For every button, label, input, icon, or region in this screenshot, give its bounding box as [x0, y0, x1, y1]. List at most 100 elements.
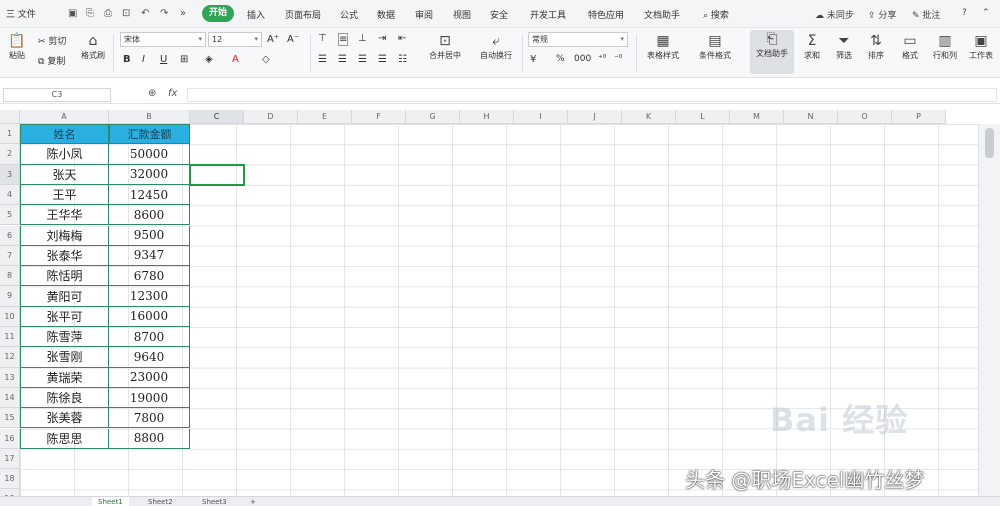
tab-developer[interactable]: 开发工具 [530, 8, 566, 21]
magnify-icon[interactable]: ⊕ [148, 88, 156, 99]
table-cell-amount[interactable]: 32000 [109, 164, 190, 185]
row-header-7[interactable]: 7 [0, 245, 20, 267]
tab-formulas[interactable]: 公式 [340, 8, 358, 21]
row-header-6[interactable]: 6 [0, 225, 20, 246]
row-header-10[interactable]: 10 [0, 306, 20, 327]
row-header-5[interactable]: 5 [0, 205, 20, 226]
decrease-decimal-icon[interactable]: ⁻⁰ [614, 54, 622, 64]
table-cell-name[interactable]: 陈徐良 [20, 387, 109, 409]
table-cell-name[interactable]: 王华华 [20, 205, 109, 226]
export-icon[interactable]: ⎘ [86, 8, 94, 19]
table-cell-amount[interactable]: 9347 [109, 245, 190, 267]
column-header-a[interactable]: A [20, 110, 109, 124]
column-header-h[interactable]: H [460, 110, 514, 124]
row-header-13[interactable]: 13 [0, 367, 20, 388]
sum-button[interactable]: Σ 求和 [798, 32, 826, 61]
eraser-icon[interactable]: ◇ [262, 54, 270, 65]
column-header-n[interactable]: N [784, 110, 838, 124]
align-right-icon[interactable]: ☰ [358, 54, 367, 65]
column-header-m[interactable]: M [730, 110, 784, 124]
scrollbar-thumb[interactable] [985, 128, 994, 158]
table-cell-name[interactable]: 张泰华 [20, 245, 109, 267]
format-button[interactable]: ▭ 格式 [896, 32, 924, 61]
tab-features[interactable]: 特色应用 [588, 8, 624, 21]
align-middle-icon[interactable]: ≡ [338, 33, 349, 46]
sheet-tab-1[interactable]: Sheet1 [92, 497, 129, 506]
table-cell-name[interactable]: 陈雪萍 [20, 327, 109, 348]
row-header-15[interactable]: 15 [0, 408, 20, 429]
help-button[interactable]: ? [962, 8, 967, 18]
row-header-9[interactable]: 9 [0, 286, 20, 307]
table-cell-amount[interactable]: 12300 [109, 286, 190, 307]
wrap-text-button[interactable]: ⤶ 自动换行 [474, 32, 518, 61]
increase-decimal-icon[interactable]: ⁺⁰ [598, 54, 606, 64]
column-header-l[interactable]: L [676, 110, 730, 124]
copy-button[interactable]: ⧉ 复制 [38, 54, 65, 67]
table-cell-amount[interactable]: 7800 [109, 408, 190, 429]
ribbon-toggle-icon[interactable]: ⌃ [982, 8, 990, 18]
row-header-14[interactable]: 14 [0, 387, 20, 409]
table-cell-amount[interactable]: 19000 [109, 387, 190, 409]
merge-center-button[interactable]: ⊡ 合并居中 [420, 32, 470, 61]
decrease-font-icon[interactable]: A⁻ [287, 34, 299, 45]
column-header-c[interactable]: C [190, 110, 244, 124]
tab-doc-helper[interactable]: 文档助手 [644, 8, 680, 21]
add-sheet-button[interactable]: + [244, 497, 262, 506]
print-icon[interactable]: ⎙ [104, 8, 112, 19]
table-cell-amount[interactable]: 9640 [109, 347, 190, 368]
increase-font-icon[interactable]: A⁺ [267, 34, 279, 45]
rows-cols-button[interactable]: ▥ 行和列 [928, 32, 962, 61]
save-icon[interactable]: ▣ [68, 8, 77, 19]
table-cell-name[interactable]: 张天 [20, 164, 109, 185]
table-cell-amount[interactable]: 23000 [109, 367, 190, 388]
table-cell-name[interactable]: 黄瑞荣 [20, 367, 109, 388]
row-header-12[interactable]: 12 [0, 347, 20, 368]
table-cell-name[interactable]: 王平 [20, 184, 109, 206]
table-style-button[interactable]: ▦ 表格样式 [640, 32, 686, 61]
sync-status[interactable]: ☁ 未同步 [815, 8, 854, 21]
tab-home[interactable]: 开始 [202, 5, 235, 22]
column-header-d[interactable]: D [244, 110, 298, 124]
tab-insert[interactable]: 插入 [247, 8, 265, 21]
paste-button[interactable]: 📋 粘贴 [4, 32, 30, 61]
align-bottom-icon[interactable]: ⊥ [358, 33, 367, 44]
currency-icon[interactable]: ¥ [530, 54, 536, 65]
bold-button[interactable]: B [123, 54, 131, 65]
table-cell-name[interactable]: 陈思思 [20, 428, 109, 449]
number-format-select[interactable]: 常规 ▾ [528, 32, 628, 47]
column-header-f[interactable]: F [352, 110, 406, 124]
tab-review[interactable]: 审阅 [415, 8, 433, 21]
header-cell-amount[interactable]: 汇款金额 [109, 124, 190, 145]
row-header-1[interactable]: 1 [0, 124, 20, 145]
doc-helper-button[interactable]: ⎗ 文档助手 [750, 30, 794, 74]
fill-color-icon[interactable]: ◈ [205, 54, 213, 65]
file-menu[interactable]: 三 文件 [6, 7, 36, 20]
column-header-p[interactable]: P [892, 110, 946, 124]
sheet-tab-3[interactable]: Sheet3 [196, 497, 233, 506]
distribute-icon[interactable]: ☷ [398, 54, 407, 65]
cut-button[interactable]: ✂ 剪切 [38, 34, 66, 47]
tab-data[interactable]: 数据 [377, 8, 395, 21]
column-header-i[interactable]: I [514, 110, 568, 124]
table-cell-name[interactable]: 陈恬明 [20, 266, 109, 287]
font-name-select[interactable]: 宋体 ▾ [120, 32, 206, 47]
tab-page-layout[interactable]: 页面布局 [285, 8, 321, 21]
cond-format-button[interactable]: ▤ 条件格式 [690, 32, 740, 61]
table-cell-name[interactable]: 陈小凤 [20, 144, 109, 165]
table-cell-name[interactable]: 张平可 [20, 306, 109, 327]
justify-icon[interactable]: ☰ [378, 54, 387, 65]
row-header-4[interactable]: 4 [0, 184, 20, 206]
sheet-tab-2[interactable]: Sheet2 [142, 497, 179, 506]
column-header-g[interactable]: G [406, 110, 460, 124]
align-center-icon[interactable]: ☰ [338, 54, 347, 65]
table-cell-amount[interactable]: 6780 [109, 266, 190, 287]
row-header-11[interactable]: 11 [0, 327, 20, 348]
underline-button[interactable]: U [160, 54, 167, 65]
column-header-e[interactable]: E [298, 110, 352, 124]
column-header-b[interactable]: B [109, 110, 190, 124]
filter-button[interactable]: ⏷ 筛选 [830, 32, 858, 61]
row-header-3[interactable]: 3 [0, 164, 20, 185]
indent-icon[interactable]: ⇥ [378, 33, 386, 44]
vertical-scrollbar[interactable] [978, 124, 1000, 496]
table-cell-amount[interactable]: 9500 [109, 225, 190, 246]
